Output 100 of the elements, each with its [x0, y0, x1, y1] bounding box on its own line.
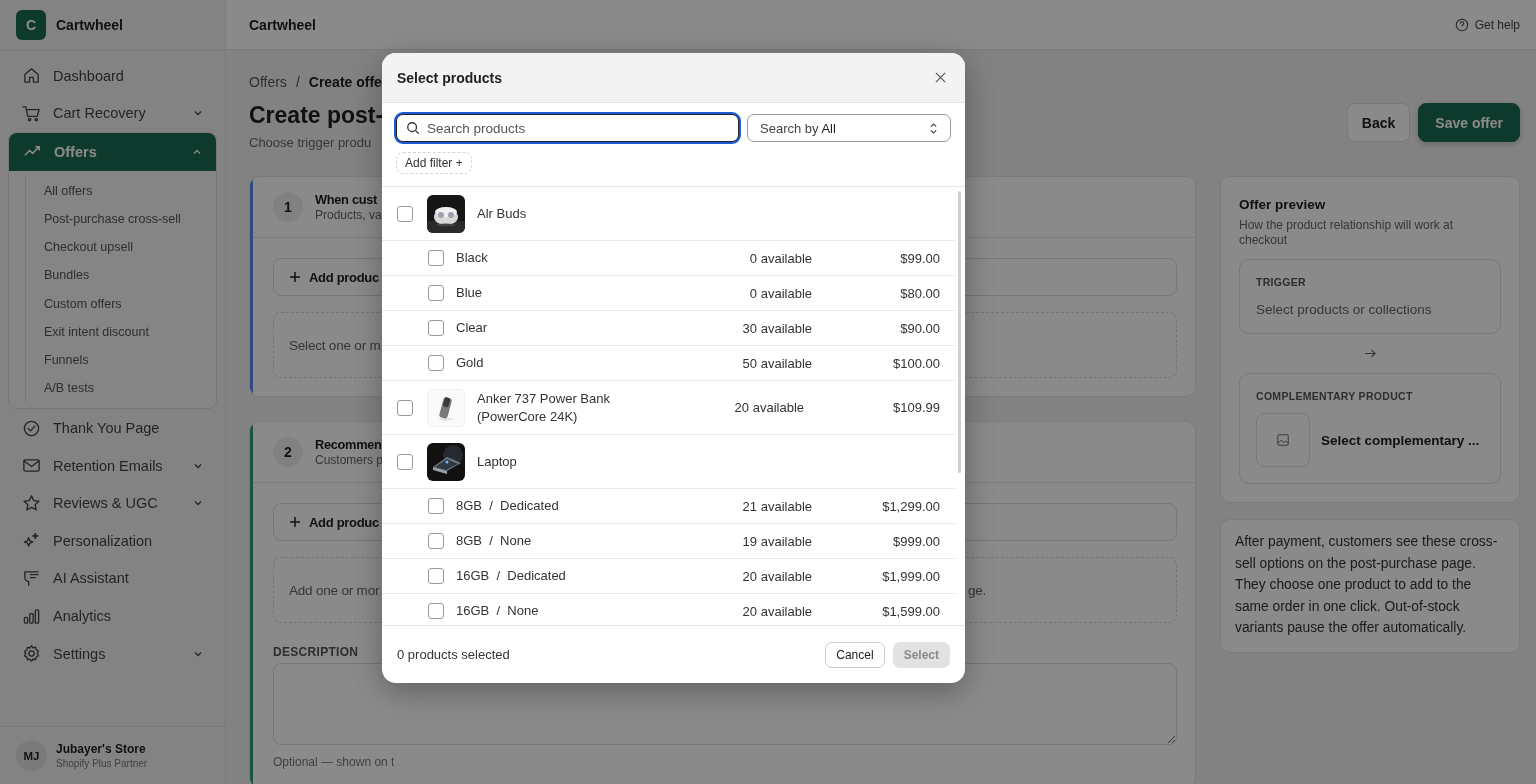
search-icon [406, 121, 420, 135]
step-title: Recommen [315, 437, 383, 452]
nav-item[interactable]: Settings [8, 634, 217, 673]
store-name: Jubayer's Store [56, 742, 147, 756]
nav-item[interactable]: Dashboard [8, 57, 217, 95]
search-field[interactable]: Search products [396, 114, 739, 142]
price: $109.99 [892, 400, 940, 415]
nav-item[interactable]: Offers [9, 133, 216, 171]
stock-count: 20 available [741, 603, 812, 619]
nav-subitem[interactable]: A/B tests [44, 374, 216, 403]
description-label: DESCRIPTION [273, 645, 359, 659]
price: $1,999.00 [881, 568, 940, 584]
nav-item[interactable]: Personalization [8, 522, 217, 560]
nav-subitem[interactable]: Post-purchase cross-sell [44, 204, 216, 234]
price: $999.00 [892, 533, 940, 549]
close-icon[interactable] [935, 72, 946, 83]
product-name: 8GB / Dedicated [456, 497, 560, 515]
checkbox[interactable] [428, 533, 444, 549]
empty-state-text: ge. [968, 582, 987, 598]
step-subtitle: Products, va [315, 208, 382, 222]
preview-subtitle: How the product relationship will work at checkout [1239, 218, 1455, 248]
nav-subitem[interactable]: Exit intent discount [44, 317, 216, 346]
nav-subitem[interactable]: All offers [44, 176, 216, 205]
product-name: Alr Buds [477, 204, 528, 223]
stock-count: 20 available [733, 400, 804, 415]
nav-item[interactable]: Cart Recovery [8, 94, 217, 133]
avatar: MJ [16, 740, 47, 771]
nav-subitem[interactable]: Custom offers [44, 289, 216, 318]
stock-count: 0 available [748, 285, 812, 301]
product-name: Laptop [477, 452, 518, 471]
trigger-text: Select products or collections [1256, 302, 1433, 317]
step-number: 1 [273, 192, 303, 222]
price: $1,299.00 [881, 498, 940, 514]
product-name: Anker 737 Power Bank (PowerCore 24K) [477, 389, 611, 426]
checkbox[interactable] [428, 568, 444, 584]
checkbox[interactable] [428, 320, 444, 336]
preview-title: Offer preview [1239, 197, 1327, 212]
checkbox[interactable] [397, 453, 413, 470]
nav-subitem[interactable]: Bundles [44, 261, 216, 290]
search-by-select[interactable]: Search by All [747, 114, 951, 142]
brand-name: Cartwheel [56, 17, 123, 33]
empty-state-text: Add one or mor [289, 582, 381, 598]
help-link[interactable]: Get help [1454, 17, 1520, 32]
price: $100.00 [892, 355, 940, 371]
product-name: Clear [456, 319, 489, 337]
stock-count: 21 available [741, 498, 812, 514]
product-text: Select complementary ... [1321, 432, 1480, 448]
bar-chart-icon [22, 606, 41, 626]
checkbox[interactable] [428, 498, 444, 514]
product-name: 16GB / Dedicated [456, 567, 567, 585]
description-help: Optional — shown on t [273, 755, 395, 769]
product-label: COMPLEMENTARY PRODUCT [1256, 390, 1414, 402]
checkbox[interactable] [428, 285, 444, 301]
modal-title: Select products [397, 69, 503, 86]
checkbox[interactable] [428, 603, 444, 619]
settings-icon [22, 644, 41, 664]
scrollbar-thumb[interactable] [958, 191, 961, 473]
product-name: Gold [456, 354, 485, 372]
arrow-right-icon [1363, 348, 1377, 359]
page-title: Create post- [249, 102, 384, 129]
page-subtitle: Choose trigger produ [249, 135, 373, 150]
nav-item[interactable]: Thank You Page [8, 409, 217, 447]
stock-count: 20 available [741, 568, 812, 584]
product-name: 8GB / None [456, 532, 533, 550]
step-number: 2 [273, 437, 303, 467]
nav-item[interactable]: Analytics [8, 597, 217, 635]
help-icon [1454, 17, 1469, 32]
home-icon [22, 66, 41, 86]
add-filter-button[interactable]: Add filter + [396, 152, 472, 174]
back-button[interactable]: Back [1346, 103, 1411, 142]
app-title: Cartwheel [249, 16, 316, 33]
nav-subitem[interactable]: Funnels [44, 345, 216, 375]
checkbox[interactable] [428, 355, 444, 371]
plus-icon [289, 271, 301, 283]
nav-item[interactable]: AI Assistant [8, 559, 217, 598]
breadcrumb-item: Create offe [308, 74, 382, 90]
breadcrumb-separator: / [295, 74, 300, 90]
empty-state-text: Select one or m [289, 337, 382, 353]
cancel-button[interactable]: Cancel [825, 641, 885, 668]
breadcrumb-item[interactable]: Offers [249, 74, 287, 90]
star-icon [22, 493, 41, 513]
price: $80.00 [899, 285, 940, 301]
checkbox[interactable] [397, 205, 413, 222]
price: $90.00 [899, 320, 940, 336]
stock-count: 50 available [741, 355, 812, 371]
save-button[interactable]: Save offer [1418, 103, 1520, 142]
nav-item[interactable]: Retention Emails [8, 446, 217, 485]
cart-icon [22, 103, 41, 123]
checkbox[interactable] [428, 250, 444, 266]
nav-item[interactable]: Reviews & UGC [8, 484, 217, 523]
chevron-up-down-icon [929, 121, 938, 135]
checkbox[interactable] [397, 399, 413, 416]
check-circle-icon [22, 418, 41, 438]
step-title: When cust [315, 192, 378, 207]
price: $1,599.00 [881, 603, 940, 619]
stock-count: 30 available [741, 320, 812, 336]
note-text: After payment, customers see these cross-sell options on the post-purchase page. They choose one product to add to the same order in one click. Out-of-stock variants pause the offer automatically. [1235, 533, 1499, 637]
nav-subitem[interactable]: Checkout upsell [44, 233, 216, 262]
store-plan: Shopify Plus Partner [56, 758, 148, 769]
selection-count: 0 products selected [397, 647, 511, 662]
